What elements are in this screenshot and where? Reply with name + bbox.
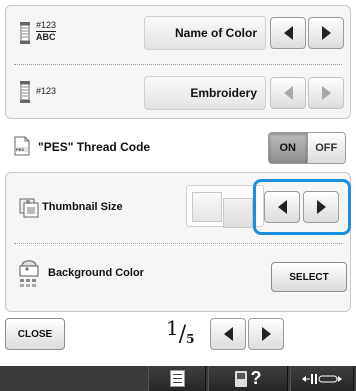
thumbnail-large-box: [223, 198, 253, 228]
thumbnail-icon: [18, 197, 40, 219]
close-button[interactable]: CLOSE: [5, 318, 65, 350]
thumbnail-prev-button[interactable]: [264, 191, 300, 223]
arrow-left-icon: [283, 86, 293, 100]
page-prev-button[interactable]: [210, 318, 246, 350]
arrow-right-icon: [321, 86, 331, 100]
settings-list-button[interactable]: [148, 366, 206, 391]
needle-position-button[interactable]: [290, 366, 354, 391]
thumbnail-next-button[interactable]: [303, 191, 339, 223]
status-bar: ?: [0, 366, 356, 391]
page-current: 1: [166, 316, 179, 340]
thread-spool-icon: [18, 21, 32, 45]
help-question-icon: ?: [250, 368, 262, 388]
thread-name-text: ABC: [36, 32, 56, 42]
arrow-left-icon: [283, 26, 293, 40]
thread-spool-icon: [18, 80, 32, 104]
divider: [14, 243, 342, 244]
pes-off-option[interactable]: OFF: [306, 133, 345, 163]
thread-brand-prev-button[interactable]: [270, 77, 306, 109]
thread-brand-next-button[interactable]: [308, 77, 344, 109]
page-next-button[interactable]: [248, 318, 284, 350]
thread-brand-value: Embroidery: [144, 76, 266, 110]
page-total: 5: [186, 332, 195, 346]
thread-settings-panel: #123 ABC Name of Color #123 Embroidery: [5, 5, 351, 119]
arrow-right-icon: [316, 200, 326, 214]
background-color-icon: [16, 253, 42, 289]
divider: [14, 64, 342, 65]
thread-number-text: #123: [36, 20, 57, 32]
pes-thread-code-toggle[interactable]: ON OFF: [268, 132, 346, 164]
background-color-select-button[interactable]: SELECT: [271, 262, 347, 292]
thumbnail-small-box: [192, 192, 222, 222]
arrow-right-icon: [321, 26, 331, 40]
arrow-left-icon: [277, 200, 287, 214]
page-indicator: 1/5: [166, 316, 195, 347]
thread-number-sample: #123 ABC: [36, 20, 57, 43]
machine-icon: [234, 370, 247, 387]
help-button[interactable]: ?: [208, 366, 288, 391]
thumbnail-size-label: Thumbnail Size: [42, 201, 123, 213]
pes-file-icon: PES: [13, 136, 31, 156]
thread-brand-sample: #123: [36, 86, 57, 96]
thread-display-prev-button[interactable]: [270, 17, 306, 49]
pes-thread-code-label: "PES" Thread Code: [38, 140, 151, 154]
pes-on-option[interactable]: ON: [269, 133, 307, 163]
needle-position-icon: [302, 373, 342, 384]
arrow-right-icon: [261, 327, 271, 341]
thread-display-next-button[interactable]: [308, 17, 344, 49]
background-color-label: Background Color: [48, 267, 144, 279]
pes-icon-text: PES: [16, 147, 25, 152]
arrow-left-icon: [223, 327, 233, 341]
settings-list-icon: [169, 370, 185, 387]
thread-display-value: Name of Color: [144, 16, 266, 50]
settings-screen: #123 ABC Name of Color #123 Embroidery P…: [0, 0, 356, 391]
display-settings-panel: Thumbnail Size Background Color SELECT: [5, 172, 351, 312]
